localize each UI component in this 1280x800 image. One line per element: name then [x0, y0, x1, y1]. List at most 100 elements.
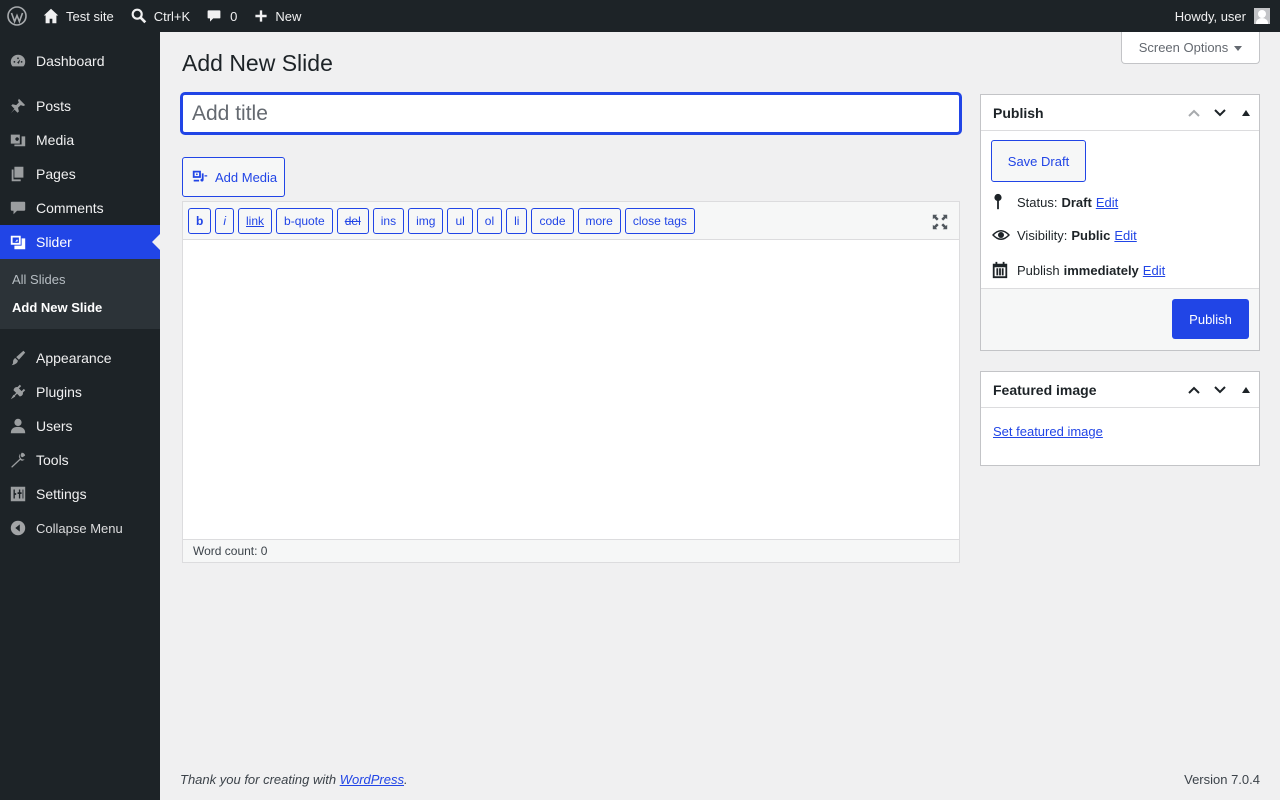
add-media-label: Add Media — [215, 169, 278, 185]
slider-submenu: All Slides Add New Slide — [0, 259, 160, 329]
sidebar-item-dashboard[interactable]: Dashboard — [0, 44, 160, 78]
publish-box-header: Publish — [981, 95, 1259, 131]
toggle-panel-icon[interactable] — [1233, 372, 1259, 408]
quicktag-blockquote-button[interactable]: b-quote — [276, 207, 333, 234]
quicktag-ins-button[interactable]: ins — [372, 207, 405, 234]
sidebar-item-label: Pages — [36, 166, 76, 182]
publish-actions: Publish — [981, 288, 1259, 350]
footer-version: Version 7.0.4 — [1184, 772, 1260, 787]
save-draft-button[interactable]: Save Draft — [991, 140, 1086, 182]
collapse-arrow-icon — [0, 519, 36, 537]
sidebar-item-pages[interactable]: Pages — [0, 157, 160, 191]
sidebar-item-comments[interactable]: Comments — [0, 191, 160, 225]
quicktags-toolbar: b i link b-quote del ins img ul ol li co… — [183, 202, 959, 240]
new-label: New — [275, 8, 302, 24]
quicktag-img-button[interactable]: img — [408, 207, 444, 234]
pin-icon — [991, 193, 1017, 211]
greeting-label: Howdy, user — [1174, 8, 1246, 24]
footer-thanks: Thank you for creating with WordPress. — [180, 772, 408, 787]
my-account-link[interactable]: Howdy, user — [1167, 0, 1280, 32]
submenu-add-new-slide[interactable]: Add New Slide — [0, 294, 160, 322]
collapse-menu-label: Collapse Menu — [36, 520, 123, 536]
move-down-icon[interactable] — [1207, 372, 1233, 408]
sidebar-item-media[interactable]: Media — [0, 123, 160, 157]
sidebar-item-label: Users — [36, 418, 73, 434]
avatar — [1254, 8, 1270, 24]
publish-box-title: Publish — [993, 104, 1044, 121]
featured-image-controls — [1181, 372, 1259, 408]
quicktag-del-button[interactable]: del — [336, 207, 369, 234]
sidebar-item-slider[interactable]: Slider — [0, 225, 160, 259]
sidebar-item-label: Tools — [36, 452, 69, 468]
comment-icon — [0, 199, 36, 217]
sidebar-item-tools[interactable]: Tools — [0, 443, 160, 477]
move-up-icon[interactable] — [1181, 372, 1207, 408]
wordpress-logo-icon[interactable] — [0, 0, 34, 32]
post-status-row: Status: Draft Edit — [991, 193, 1118, 211]
add-media-button[interactable]: Add Media — [182, 157, 285, 197]
calendar-icon — [991, 261, 1017, 279]
sidebar-item-plugins[interactable]: Plugins — [0, 375, 160, 409]
move-up-icon[interactable] — [1181, 95, 1207, 131]
comments-link[interactable]: 0 — [198, 0, 245, 32]
sidebar-item-settings[interactable]: Settings — [0, 477, 160, 511]
search-shortcut[interactable]: Ctrl+K — [122, 0, 198, 32]
home-icon — [42, 7, 60, 25]
new-content-link[interactable]: New — [245, 0, 309, 32]
submenu-all-slides[interactable]: All Slides — [0, 266, 160, 294]
slides-icon — [0, 233, 36, 251]
edit-visibility-link[interactable]: Edit — [1114, 228, 1136, 243]
featured-image-box: Featured image Set featured image — [980, 371, 1260, 466]
dashboard-icon — [0, 52, 36, 70]
toggle-panel-icon[interactable] — [1233, 95, 1259, 131]
site-name-link[interactable]: Test site — [34, 0, 122, 32]
wordpress-link[interactable]: WordPress — [340, 772, 404, 787]
quicktag-ol-button[interactable]: ol — [476, 207, 503, 234]
footer-thanks-suffix: . — [404, 772, 408, 787]
word-count: Word count: 0 — [183, 539, 959, 562]
comments-count: 0 — [230, 8, 238, 24]
quicktag-more-button[interactable]: more — [577, 207, 621, 234]
comment-bubble-icon — [206, 8, 222, 24]
fullscreen-icon[interactable] — [931, 213, 949, 234]
edit-publish-date-link[interactable]: Edit — [1143, 263, 1165, 278]
pages-icon — [0, 165, 36, 183]
quicktag-italic-button[interactable]: i — [215, 207, 235, 234]
quicktag-link-button[interactable]: link — [238, 207, 273, 234]
publish-button[interactable]: Publish — [1172, 299, 1249, 339]
text-editor: b i link b-quote del ins img ul ol li co… — [182, 201, 960, 563]
sidebar-item-posts[interactable]: Posts — [0, 89, 160, 123]
move-down-icon[interactable] — [1207, 95, 1233, 131]
edit-status-link[interactable]: Edit — [1096, 195, 1118, 210]
set-featured-image-link[interactable]: Set featured image — [993, 424, 1103, 439]
quicktag-bold-button[interactable]: b — [188, 207, 212, 234]
plugin-icon — [0, 383, 36, 401]
site-name-label: Test site — [66, 8, 114, 24]
pushpin-icon — [0, 97, 36, 115]
screen-options-button[interactable]: Screen Options — [1121, 32, 1260, 64]
featured-image-title: Featured image — [993, 381, 1097, 398]
search-shortcut-label: Ctrl+K — [153, 8, 191, 24]
media-icon — [0, 131, 36, 149]
visibility-row: Visibility: Public Edit — [991, 227, 1137, 243]
sidebar-item-appearance[interactable]: Appearance — [0, 341, 160, 375]
screen-options-label: Screen Options — [1138, 40, 1229, 55]
quicktag-ul-button[interactable]: ul — [447, 207, 473, 234]
sidebar-item-users[interactable]: Users — [0, 409, 160, 443]
status-label: Status: — [1017, 194, 1058, 210]
search-icon — [130, 7, 148, 25]
quicktag-code-button[interactable]: code — [531, 207, 574, 234]
content-textarea[interactable] — [183, 240, 959, 540]
collapse-menu-button[interactable]: Collapse Menu — [0, 511, 160, 545]
featured-image-header: Featured image — [981, 372, 1259, 408]
sidebar-item-label: Comments — [36, 200, 104, 216]
visibility-label: Visibility: — [1017, 227, 1068, 243]
sidebar-item-label: Media — [36, 132, 75, 148]
admin-sidebar: Dashboard Posts Media Pages Comments Sli… — [0, 32, 160, 800]
wrench-icon — [0, 451, 36, 469]
quicktag-close-tags-button[interactable]: close tags — [624, 207, 695, 234]
title-input[interactable] — [181, 93, 961, 134]
add-media-icon — [191, 168, 209, 186]
quicktag-li-button[interactable]: li — [506, 207, 528, 234]
plus-icon — [253, 8, 269, 24]
